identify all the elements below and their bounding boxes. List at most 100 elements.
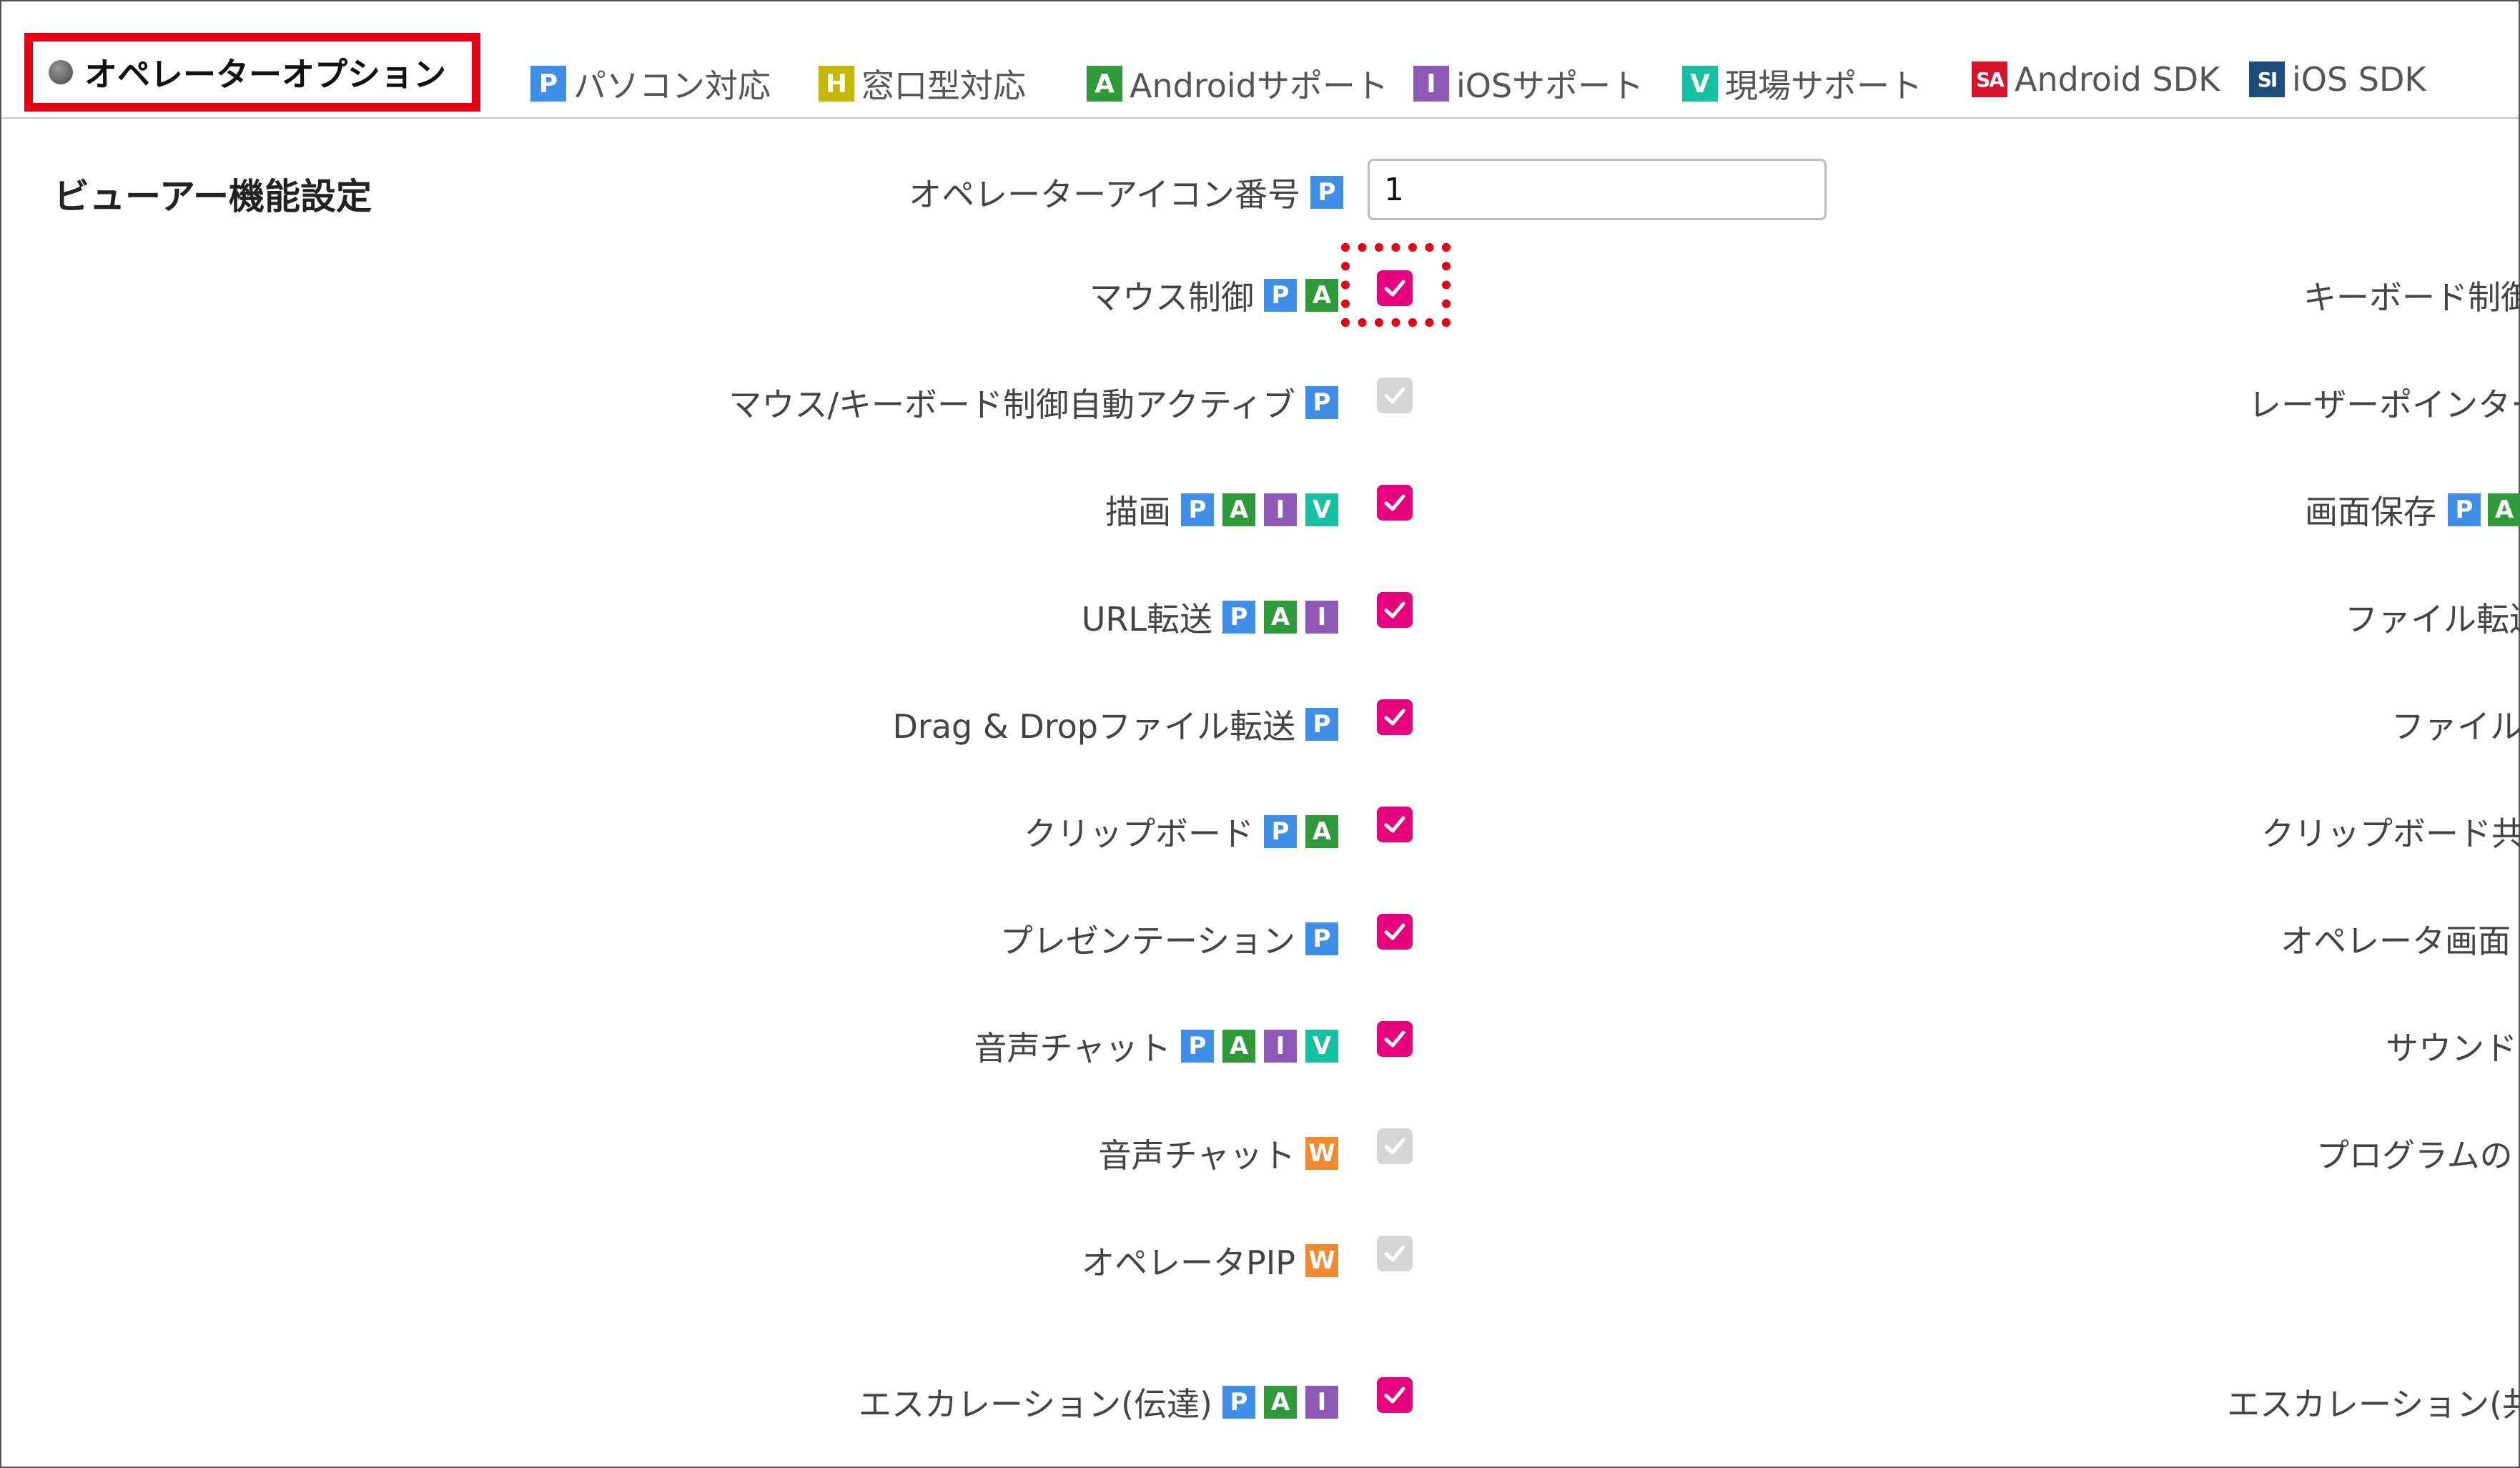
legend-label: iOSサポート <box>1456 66 1644 105</box>
setting-label: オペレータPIP <box>1081 1243 1295 1282</box>
check-icon <box>1384 387 1405 404</box>
badge-p-icon: P <box>1264 815 1297 848</box>
icon-number-label: オペレーターアイコン番号 <box>909 175 1300 214</box>
badge-v-icon: V <box>1305 493 1338 526</box>
legend-h: H 窓口型対応 <box>819 60 1026 107</box>
badge-a-icon: A <box>1305 815 1338 848</box>
setting-label: プレゼンテーション <box>999 922 1295 960</box>
setting-row-label: 音声チャット P A I V <box>974 1023 1338 1070</box>
right-setting-text: エスカレーション(共 <box>2227 1385 2520 1424</box>
legend-label: 窓口型対応 <box>861 66 1026 105</box>
badge-p-icon: P <box>1222 1386 1255 1419</box>
setting-row-label: 描画 P A I V <box>1105 486 1338 533</box>
right-setting-label: ファイル転送 <box>2345 593 2520 641</box>
right-setting-text: サウンド <box>2386 1029 2517 1068</box>
badge-a-icon: A <box>1222 1030 1255 1063</box>
badge-i-icon: I <box>1264 1030 1297 1063</box>
badge-i-icon: I <box>1305 601 1338 634</box>
tab-operator-options-label: オペレーターオプション <box>84 55 446 94</box>
badge-sa-icon: SA <box>1972 61 2007 97</box>
right-setting-label: クリップボード共有 <box>2261 808 2520 855</box>
legend-i: IiOSサポート <box>1413 60 1644 107</box>
setting-checkbox[interactable] <box>1377 1236 1413 1271</box>
right-setting-text: キーボード制御 <box>2303 278 2520 317</box>
badge-a-icon: A <box>2488 493 2520 526</box>
badge-h-icon: H <box>819 66 854 102</box>
badge-w-icon: W <box>1305 1244 1338 1277</box>
badge-si-icon: SI <box>2249 61 2285 97</box>
status-dot-icon <box>49 60 73 84</box>
check-icon <box>1384 816 1405 833</box>
setting-row-label: マウス/キーボード制御自動アクティブ P <box>729 379 1338 426</box>
setting-label: Drag & Dropファイル転送 <box>892 707 1296 746</box>
setting-checkbox[interactable] <box>1377 1021 1413 1057</box>
badge-p-icon: P <box>530 66 566 102</box>
setting-row-label: Drag & Dropファイル転送 P <box>892 701 1338 748</box>
setting-label: 音声チャット <box>974 1029 1171 1068</box>
right-setting-label: ファイル <box>2391 701 2520 748</box>
tab-operator-options[interactable]: オペレーターオプション <box>24 33 480 112</box>
setting-row-label: クリップボード P A <box>1024 808 1338 855</box>
setting-row-label: エスカレーション(伝達) P A I <box>859 1379 1338 1426</box>
setting-label: 音声チャット <box>1098 1136 1295 1175</box>
setting-row-label: URL転送 P A I <box>1082 593 1338 641</box>
badge-p-icon: P <box>2448 493 2481 526</box>
badge-a-icon: A <box>1264 601 1297 634</box>
legend-label: Androidサポート <box>1130 66 1388 105</box>
right-setting-label: エスカレーション(共 <box>2227 1379 2520 1426</box>
check-icon <box>1384 280 1405 297</box>
setting-row-label: マウス制御 P A <box>1089 272 1338 319</box>
right-setting-text: プログラムの <box>2316 1136 2513 1175</box>
legend-a: A Androidサポート <box>1087 60 1388 107</box>
right-setting-label: オペレータ画面 <box>2281 915 2511 962</box>
badge-p-icon: P <box>1181 493 1214 526</box>
setting-checkbox[interactable] <box>1377 485 1413 521</box>
right-setting-text: ファイル転送 <box>2345 600 2520 639</box>
legend-p: P パソコン対応 <box>530 60 771 107</box>
setting-row-label: 音声チャット W <box>1098 1130 1338 1177</box>
legend-v: V 現場サポート <box>1682 60 1922 107</box>
icon-number-row-label: オペレーターアイコン番号 P <box>909 169 1343 216</box>
right-setting-label: サウンド <box>2386 1023 2517 1070</box>
setting-label: マウス/キーボード制御自動アクティブ <box>728 385 1295 424</box>
badge-i-icon: I <box>1305 1386 1338 1419</box>
setting-label: 描画 <box>1105 493 1171 531</box>
badge-v-icon: V <box>1682 66 1718 102</box>
right-setting-text: レーザーポインター <box>2248 385 2520 424</box>
legend-label: iOS SDK <box>2292 60 2426 99</box>
check-icon <box>1384 1245 1405 1262</box>
check-icon <box>1384 494 1405 511</box>
check-icon <box>1384 923 1405 940</box>
setting-checkbox[interactable] <box>1377 1128 1413 1164</box>
right-setting-text: クリップボード共有 <box>2261 814 2520 853</box>
setting-checkbox[interactable] <box>1377 807 1413 842</box>
icon-number-input[interactable] <box>1368 159 1827 220</box>
tab-bar: オペレーターオプション P パソコン対応 H 窓口型対応 A Androidサポート IiO… <box>1 1 2519 119</box>
badge-p-icon: P <box>1305 708 1338 741</box>
section-title: ビューアー機能設定 <box>54 176 372 217</box>
legend-label: 現場サポート <box>1725 66 1922 105</box>
legend-label: パソコン対応 <box>573 66 771 105</box>
setting-checkbox[interactable] <box>1377 270 1413 306</box>
badge-v-icon: V <box>1305 1030 1338 1063</box>
badge-p-icon: P <box>1222 601 1255 634</box>
badge-p-icon: P <box>1310 176 1343 209</box>
badge-p-icon: P <box>1181 1030 1214 1063</box>
check-icon <box>1384 601 1405 619</box>
badge-a-icon: A <box>1305 279 1338 312</box>
setting-checkbox[interactable] <box>1377 699 1413 735</box>
right-setting-text: オペレータ画面 <box>2281 922 2511 960</box>
setting-label: マウス制御 <box>1089 278 1254 317</box>
badge-w-icon: W <box>1305 1137 1338 1170</box>
badge-p-icon: P <box>1264 279 1297 312</box>
setting-label: エスカレーション(伝達) <box>859 1385 1212 1424</box>
badge-a-icon: A <box>1264 1386 1297 1419</box>
check-icon <box>1384 1030 1405 1048</box>
right-setting-text: ファイル <box>2391 707 2520 746</box>
setting-checkbox[interactable] <box>1377 378 1413 413</box>
badge-p-icon: P <box>1305 386 1338 419</box>
right-setting-text: 画面保存 <box>2305 493 2436 531</box>
setting-checkbox[interactable] <box>1377 1377 1413 1413</box>
setting-checkbox[interactable] <box>1377 592 1413 628</box>
setting-checkbox[interactable] <box>1377 914 1413 950</box>
